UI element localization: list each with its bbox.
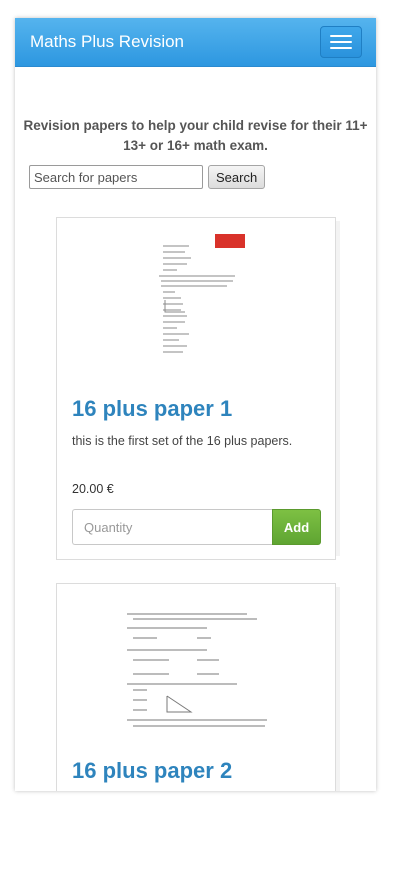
add-button[interactable]: Add [272,509,321,545]
menu-bar-top [330,35,352,37]
add-to-cart-form: Add [72,509,335,545]
exam-paper-thumbnail-icon[interactable] [57,218,335,368]
product-title[interactable]: 16 plus paper 1 [72,396,335,422]
product-price: 20.00 € [72,482,114,496]
menu-bar-middle [330,41,352,43]
page: Maths Plus Revision Revision papers to h… [0,0,405,891]
intro-text: Revision papers to help your child revis… [23,118,368,153]
brand-title[interactable]: Maths Plus Revision [30,32,184,52]
exam-paper-thumbnail-icon[interactable] [57,584,335,734]
navbar: Maths Plus Revision [15,18,376,67]
quantity-input[interactable] [72,509,272,545]
product-card: 16 plus paper 2 [56,583,336,791]
hamburger-menu-icon[interactable] [320,26,362,58]
product-title[interactable]: 16 plus paper 2 [72,758,335,784]
product-card: 16 plus paper 1 this is the first set of… [56,217,336,560]
app-frame: Maths Plus Revision Revision papers to h… [15,18,376,791]
menu-bar-bottom [330,47,352,49]
search-input[interactable] [29,165,203,189]
search-form: Search [29,165,376,189]
product-description: this is the first set of the 16 plus pap… [72,434,293,448]
search-button[interactable]: Search [208,165,266,189]
